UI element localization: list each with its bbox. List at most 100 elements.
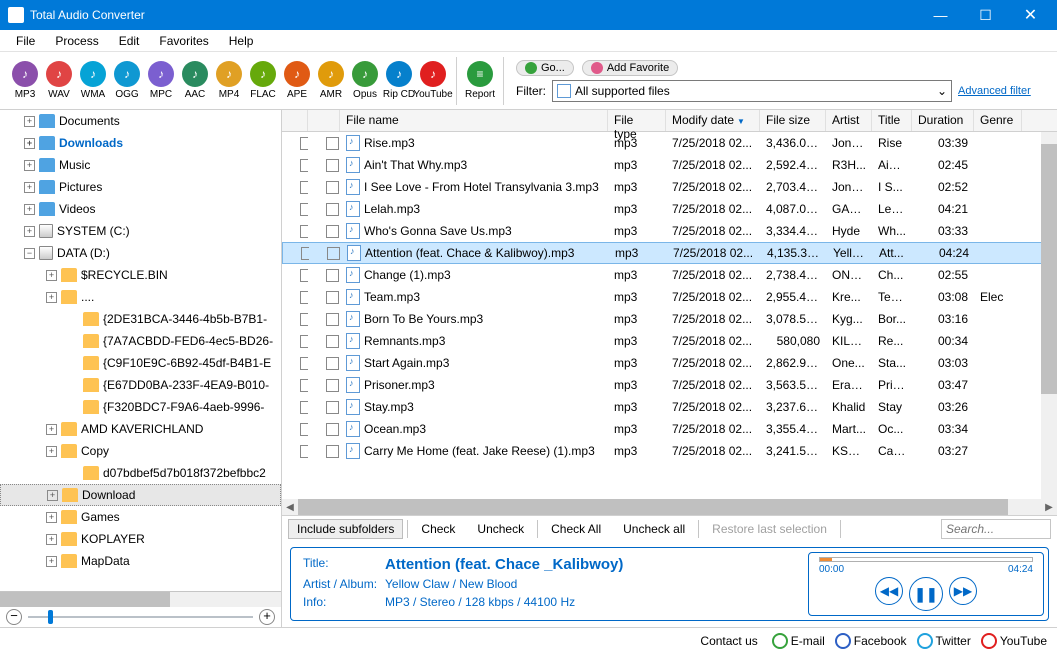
maximize-button[interactable]: ☐ <box>963 0 1008 30</box>
tree-item[interactable]: {C9F10E9C-6B92-45df-B4B1-E <box>0 352 281 374</box>
table-row[interactable]: Carry Me Home (feat. Jake Reese) (1).mp3… <box>282 440 1057 462</box>
row-checkbox2[interactable] <box>326 225 339 238</box>
progress-bar[interactable] <box>819 557 1033 562</box>
youtube-link[interactable]: YouTube <box>981 633 1047 649</box>
format-amr[interactable]: ♪AMR <box>314 61 348 100</box>
menu-file[interactable]: File <box>6 34 45 48</box>
column-header[interactable]: Artist <box>826 110 872 131</box>
row-checkbox[interactable] <box>300 313 308 326</box>
tree-item[interactable]: +Pictures <box>0 176 281 198</box>
row-checkbox2[interactable] <box>326 137 339 150</box>
column-header[interactable] <box>308 110 340 131</box>
row-checkbox[interactable] <box>300 445 308 458</box>
grid-vscrollbar[interactable] <box>1041 132 1057 499</box>
expand-icon[interactable]: + <box>24 226 35 237</box>
tree-item[interactable]: d07bdbef5d7b018f372befbbc2 <box>0 462 281 484</box>
menu-help[interactable]: Help <box>219 34 264 48</box>
tree-item[interactable]: +Download <box>0 484 281 506</box>
row-checkbox2[interactable] <box>326 269 339 282</box>
format-ripcd[interactable]: ♪Rip CD <box>382 61 416 100</box>
row-checkbox[interactable] <box>300 335 308 348</box>
tree-item[interactable]: +KOPLAYER <box>0 528 281 550</box>
format-ogg[interactable]: ♪OGG <box>110 61 144 100</box>
check-button[interactable]: Check <box>412 519 464 539</box>
row-checkbox[interactable] <box>300 401 308 414</box>
row-checkbox[interactable] <box>300 291 308 304</box>
row-checkbox[interactable] <box>300 159 308 172</box>
restore-selection-button[interactable]: Restore last selection <box>703 519 836 539</box>
uncheck-button[interactable]: Uncheck <box>468 519 533 539</box>
table-row[interactable]: Ain't That Why.mp3mp37/25/2018 02...2,59… <box>282 154 1057 176</box>
facebook-link[interactable]: Facebook <box>835 633 907 649</box>
expand-icon[interactable]: + <box>24 116 35 127</box>
table-row[interactable]: Team.mp3mp37/25/2018 02...2,955.48 KBKre… <box>282 286 1057 308</box>
row-checkbox[interactable] <box>300 137 308 150</box>
menu-edit[interactable]: Edit <box>109 34 150 48</box>
twitter-link[interactable]: Twitter <box>917 633 971 649</box>
prev-button[interactable]: ◀◀ <box>875 577 903 605</box>
table-row[interactable]: Lelah.mp3mp37/25/2018 02...4,087.09 KBGA… <box>282 198 1057 220</box>
expand-icon[interactable]: + <box>46 446 57 457</box>
table-row[interactable]: Change (1).mp3mp37/25/2018 02...2,738.48… <box>282 264 1057 286</box>
tree-item[interactable]: +MapData <box>0 550 281 572</box>
tree-item[interactable]: +Games <box>0 506 281 528</box>
format-wma[interactable]: ♪WMA <box>76 61 110 100</box>
format-mpc[interactable]: ♪MPC <box>144 61 178 100</box>
row-checkbox2[interactable] <box>326 357 339 370</box>
row-checkbox[interactable] <box>300 203 308 216</box>
format-mp4[interactable]: ♪MP4 <box>212 61 246 100</box>
tree-item[interactable]: +Copy <box>0 440 281 462</box>
expand-icon[interactable]: + <box>46 556 57 567</box>
row-checkbox2[interactable] <box>326 159 339 172</box>
expand-icon[interactable]: + <box>24 160 35 171</box>
row-checkbox2[interactable] <box>326 401 339 414</box>
tree-item[interactable]: +Documents <box>0 110 281 132</box>
tree-item[interactable]: {7A7ACBDD-FED6-4ec5-BD26- <box>0 330 281 352</box>
column-header[interactable]: File size <box>760 110 826 131</box>
zoom-in-button[interactable]: + <box>259 609 275 625</box>
add-favorite-button[interactable]: Add Favorite <box>582 60 678 76</box>
tree-item[interactable]: +Videos <box>0 198 281 220</box>
next-button[interactable]: ▶▶ <box>949 577 977 605</box>
expand-icon[interactable]: + <box>24 204 35 215</box>
advanced-filter-link[interactable]: Advanced filter <box>958 85 1031 97</box>
row-checkbox2[interactable] <box>326 313 339 326</box>
filter-select[interactable]: All supported files ⌄ <box>552 80 952 102</box>
row-checkbox[interactable] <box>300 379 308 392</box>
column-header[interactable]: File name <box>340 110 608 131</box>
row-checkbox[interactable] <box>300 225 308 238</box>
uncheck-all-button[interactable]: Uncheck all <box>614 519 694 539</box>
include-subfolders-button[interactable]: Include subfolders <box>288 519 403 539</box>
table-row[interactable]: Stay.mp3mp37/25/2018 02...3,237.65 KBKha… <box>282 396 1057 418</box>
search-input[interactable] <box>941 519 1051 539</box>
format-youtube[interactable]: ♪YouTube <box>416 61 450 100</box>
row-checkbox[interactable] <box>300 181 308 194</box>
table-row[interactable]: Start Again.mp3mp37/25/2018 02...2,862.9… <box>282 352 1057 374</box>
tree-item[interactable]: {E67DD0BA-233F-4EA9-B010- <box>0 374 281 396</box>
expand-icon[interactable]: + <box>46 534 57 545</box>
tree-item[interactable]: +Downloads <box>0 132 281 154</box>
tree-item[interactable]: +SYSTEM (C:) <box>0 220 281 242</box>
tree-item[interactable]: +Music <box>0 154 281 176</box>
expand-icon[interactable]: + <box>24 182 35 193</box>
close-button[interactable]: ✕ <box>1008 0 1053 30</box>
pause-button[interactable]: ❚❚ <box>909 577 943 611</box>
tree-item[interactable]: {F320BDC7-F9A6-4aeb-9996- <box>0 396 281 418</box>
row-checkbox2[interactable] <box>326 379 339 392</box>
table-row[interactable]: Rise.mp3mp37/25/2018 02...3,436.07 KBJon… <box>282 132 1057 154</box>
column-header[interactable]: Genre <box>974 110 1022 131</box>
column-header[interactable]: Duration <box>912 110 974 131</box>
table-row[interactable]: Prisoner.mp3mp37/25/2018 02...3,563.51 K… <box>282 374 1057 396</box>
row-checkbox[interactable] <box>300 357 308 370</box>
minimize-button[interactable]: — <box>918 0 963 30</box>
row-checkbox2[interactable] <box>326 445 339 458</box>
row-checkbox[interactable] <box>300 269 308 282</box>
row-checkbox[interactable] <box>301 247 309 260</box>
row-checkbox[interactable] <box>300 423 308 436</box>
table-row[interactable]: Attention (feat. Chace & Kalibwoy).mp3mp… <box>282 242 1057 264</box>
format-wav[interactable]: ♪WAV <box>42 61 76 100</box>
report-button[interactable]: ≡ Report <box>463 61 497 100</box>
tree-item[interactable]: {2DE31BCA-3446-4b5b-B7B1- <box>0 308 281 330</box>
row-checkbox2[interactable] <box>326 181 339 194</box>
check-all-button[interactable]: Check All <box>542 519 610 539</box>
